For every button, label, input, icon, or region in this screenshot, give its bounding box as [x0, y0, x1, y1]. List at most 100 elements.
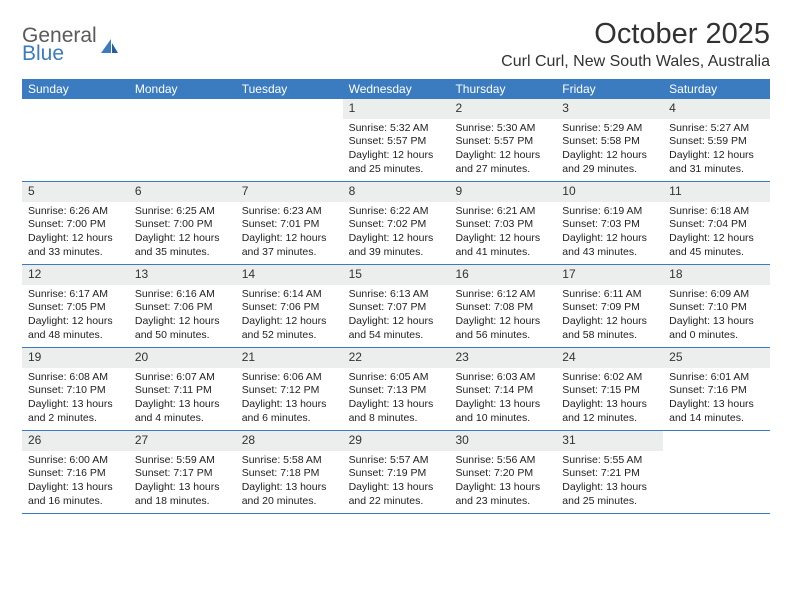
day-cell: 2Sunrise: 5:30 AMSunset: 5:57 PMDaylight…: [449, 99, 556, 181]
day-body: Sunrise: 6:00 AMSunset: 7:16 PMDaylight:…: [22, 451, 129, 509]
day-cell: [22, 99, 129, 181]
sunset-text: Sunset: 7:10 PM: [28, 384, 123, 398]
day-cell: 17Sunrise: 6:11 AMSunset: 7:09 PMDayligh…: [556, 265, 663, 347]
sunset-text: Sunset: 7:03 PM: [562, 218, 657, 232]
logo-line2: Blue: [22, 44, 97, 64]
day-cell: 27Sunrise: 5:59 AMSunset: 7:17 PMDayligh…: [129, 431, 236, 513]
week-row: 26Sunrise: 6:00 AMSunset: 7:16 PMDayligh…: [22, 431, 770, 514]
day-body: Sunrise: 6:22 AMSunset: 7:02 PMDaylight:…: [343, 202, 450, 260]
sunrise-text: Sunrise: 6:14 AM: [242, 288, 337, 302]
sunset-text: Sunset: 7:16 PM: [28, 467, 123, 481]
day-number: 26: [22, 431, 129, 451]
day-number: 15: [343, 265, 450, 285]
sunset-text: Sunset: 7:08 PM: [455, 301, 550, 315]
day-body: Sunrise: 6:21 AMSunset: 7:03 PMDaylight:…: [449, 202, 556, 260]
day-number: 8: [343, 182, 450, 202]
day-number: [663, 431, 770, 451]
day-body: Sunrise: 5:58 AMSunset: 7:18 PMDaylight:…: [236, 451, 343, 509]
weekday-cell: Friday: [556, 79, 663, 99]
daylight-text: Daylight: 12 hours and 56 minutes.: [455, 315, 550, 342]
day-body: Sunrise: 6:05 AMSunset: 7:13 PMDaylight:…: [343, 368, 450, 426]
day-number: 16: [449, 265, 556, 285]
daylight-text: Daylight: 12 hours and 43 minutes.: [562, 232, 657, 259]
sunset-text: Sunset: 7:18 PM: [242, 467, 337, 481]
sunset-text: Sunset: 7:12 PM: [242, 384, 337, 398]
sunrise-text: Sunrise: 6:06 AM: [242, 371, 337, 385]
daylight-text: Daylight: 13 hours and 18 minutes.: [135, 481, 230, 508]
daylight-text: Daylight: 12 hours and 25 minutes.: [349, 149, 444, 176]
sunset-text: Sunset: 7:06 PM: [242, 301, 337, 315]
day-body: Sunrise: 6:11 AMSunset: 7:09 PMDaylight:…: [556, 285, 663, 343]
sunrise-text: Sunrise: 6:01 AM: [669, 371, 764, 385]
day-cell: 25Sunrise: 6:01 AMSunset: 7:16 PMDayligh…: [663, 348, 770, 430]
day-body: Sunrise: 5:32 AMSunset: 5:57 PMDaylight:…: [343, 119, 450, 177]
sunset-text: Sunset: 7:00 PM: [135, 218, 230, 232]
week-row: 12Sunrise: 6:17 AMSunset: 7:05 PMDayligh…: [22, 265, 770, 348]
sunset-text: Sunset: 5:57 PM: [455, 135, 550, 149]
day-body: Sunrise: 6:16 AMSunset: 7:06 PMDaylight:…: [129, 285, 236, 343]
day-body: Sunrise: 6:19 AMSunset: 7:03 PMDaylight:…: [556, 202, 663, 260]
sunset-text: Sunset: 7:17 PM: [135, 467, 230, 481]
daylight-text: Daylight: 12 hours and 31 minutes.: [669, 149, 764, 176]
weekday-cell: Tuesday: [236, 79, 343, 99]
day-cell: 19Sunrise: 6:08 AMSunset: 7:10 PMDayligh…: [22, 348, 129, 430]
day-number: 9: [449, 182, 556, 202]
day-number: 21: [236, 348, 343, 368]
day-cell: 6Sunrise: 6:25 AMSunset: 7:00 PMDaylight…: [129, 182, 236, 264]
sunset-text: Sunset: 7:09 PM: [562, 301, 657, 315]
week-row: 5Sunrise: 6:26 AMSunset: 7:00 PMDaylight…: [22, 182, 770, 265]
sunset-text: Sunset: 7:02 PM: [349, 218, 444, 232]
sunset-text: Sunset: 7:07 PM: [349, 301, 444, 315]
day-body: Sunrise: 6:08 AMSunset: 7:10 PMDaylight:…: [22, 368, 129, 426]
day-body: Sunrise: 6:17 AMSunset: 7:05 PMDaylight:…: [22, 285, 129, 343]
day-body: Sunrise: 6:23 AMSunset: 7:01 PMDaylight:…: [236, 202, 343, 260]
day-cell: 23Sunrise: 6:03 AMSunset: 7:14 PMDayligh…: [449, 348, 556, 430]
day-cell: 24Sunrise: 6:02 AMSunset: 7:15 PMDayligh…: [556, 348, 663, 430]
day-number: 23: [449, 348, 556, 368]
day-number: 22: [343, 348, 450, 368]
daylight-text: Daylight: 12 hours and 41 minutes.: [455, 232, 550, 259]
sunrise-text: Sunrise: 6:09 AM: [669, 288, 764, 302]
daylight-text: Daylight: 13 hours and 0 minutes.: [669, 315, 764, 342]
day-cell: 12Sunrise: 6:17 AMSunset: 7:05 PMDayligh…: [22, 265, 129, 347]
sunset-text: Sunset: 7:00 PM: [28, 218, 123, 232]
daylight-text: Daylight: 13 hours and 2 minutes.: [28, 398, 123, 425]
daylight-text: Daylight: 13 hours and 25 minutes.: [562, 481, 657, 508]
day-cell: [663, 431, 770, 513]
day-cell: 15Sunrise: 6:13 AMSunset: 7:07 PMDayligh…: [343, 265, 450, 347]
sunrise-text: Sunrise: 6:12 AM: [455, 288, 550, 302]
sunrise-text: Sunrise: 6:19 AM: [562, 205, 657, 219]
daylight-text: Daylight: 12 hours and 50 minutes.: [135, 315, 230, 342]
day-cell: 9Sunrise: 6:21 AMSunset: 7:03 PMDaylight…: [449, 182, 556, 264]
daylight-text: Daylight: 13 hours and 22 minutes.: [349, 481, 444, 508]
sunrise-text: Sunrise: 5:59 AM: [135, 454, 230, 468]
weekday-header: SundayMondayTuesdayWednesdayThursdayFrid…: [22, 79, 770, 99]
day-body: Sunrise: 6:26 AMSunset: 7:00 PMDaylight:…: [22, 202, 129, 260]
sunset-text: Sunset: 5:57 PM: [349, 135, 444, 149]
day-cell: 8Sunrise: 6:22 AMSunset: 7:02 PMDaylight…: [343, 182, 450, 264]
day-number: 14: [236, 265, 343, 285]
day-cell: 22Sunrise: 6:05 AMSunset: 7:13 PMDayligh…: [343, 348, 450, 430]
day-number: 25: [663, 348, 770, 368]
week-row: 19Sunrise: 6:08 AMSunset: 7:10 PMDayligh…: [22, 348, 770, 431]
day-body: Sunrise: 6:25 AMSunset: 7:00 PMDaylight:…: [129, 202, 236, 260]
sunset-text: Sunset: 5:59 PM: [669, 135, 764, 149]
weekday-cell: Monday: [129, 79, 236, 99]
day-body: Sunrise: 5:56 AMSunset: 7:20 PMDaylight:…: [449, 451, 556, 509]
sunset-text: Sunset: 7:06 PM: [135, 301, 230, 315]
daylight-text: Daylight: 12 hours and 37 minutes.: [242, 232, 337, 259]
sunrise-text: Sunrise: 6:17 AM: [28, 288, 123, 302]
daylight-text: Daylight: 13 hours and 20 minutes.: [242, 481, 337, 508]
day-body: Sunrise: 6:12 AMSunset: 7:08 PMDaylight:…: [449, 285, 556, 343]
sunset-text: Sunset: 7:15 PM: [562, 384, 657, 398]
day-cell: 20Sunrise: 6:07 AMSunset: 7:11 PMDayligh…: [129, 348, 236, 430]
day-body: Sunrise: 6:09 AMSunset: 7:10 PMDaylight:…: [663, 285, 770, 343]
sunrise-text: Sunrise: 6:05 AM: [349, 371, 444, 385]
daylight-text: Daylight: 12 hours and 45 minutes.: [669, 232, 764, 259]
day-number: 2: [449, 99, 556, 119]
daylight-text: Daylight: 13 hours and 23 minutes.: [455, 481, 550, 508]
sunset-text: Sunset: 7:13 PM: [349, 384, 444, 398]
sunrise-text: Sunrise: 5:32 AM: [349, 122, 444, 136]
day-number: 29: [343, 431, 450, 451]
day-cell: 13Sunrise: 6:16 AMSunset: 7:06 PMDayligh…: [129, 265, 236, 347]
